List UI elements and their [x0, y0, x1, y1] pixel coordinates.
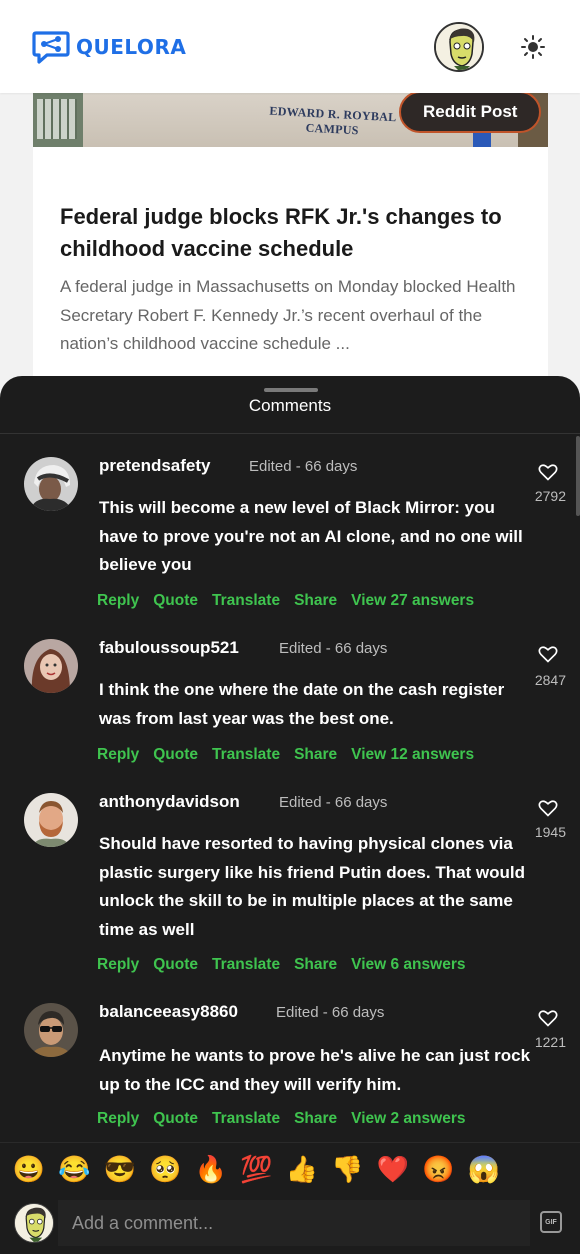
- translate-button[interactable]: Translate: [212, 592, 280, 610]
- emoji-scream[interactable]: 😱: [467, 1152, 501, 1186]
- share-button[interactable]: Share: [294, 746, 337, 764]
- heart-icon[interactable]: [536, 798, 560, 823]
- heart-icon[interactable]: [536, 644, 560, 669]
- heart-icon[interactable]: [536, 1008, 560, 1033]
- emoji-heart[interactable]: ❤️: [376, 1152, 410, 1186]
- comment-username[interactable]: fabuloussoup521: [99, 638, 239, 658]
- commenter-avatar[interactable]: [24, 793, 78, 847]
- emoji-angry[interactable]: 😡: [422, 1152, 456, 1186]
- building-sign: EDWARD R. ROYBAL CAMPUS: [269, 103, 397, 138]
- user-avatar[interactable]: [14, 1203, 54, 1243]
- emoji-reaction-bar: 😀 😂 😎 🥺 🔥 💯 👍 👎 ❤️ 😡 😱: [0, 1142, 580, 1194]
- app-header: QUELORA: [0, 0, 580, 93]
- quote-button[interactable]: Quote: [153, 1110, 198, 1128]
- comment-input[interactable]: [58, 1200, 530, 1246]
- divider: [0, 433, 580, 434]
- sheet-drag-handle[interactable]: [264, 388, 318, 392]
- comments-title: Comments: [248, 396, 332, 415]
- user-avatar[interactable]: [434, 21, 484, 72]
- comment-actions: Reply Quote Translate Share View 12 answ…: [97, 746, 474, 764]
- share-button[interactable]: Share: [294, 592, 337, 610]
- comment-text: This will become a new level of Black Mi…: [99, 498, 523, 574]
- comment-meta: Edited - 66 days: [276, 1004, 385, 1021]
- emoji-hundred[interactable]: 💯: [240, 1152, 274, 1186]
- gif-icon[interactable]: GIF: [540, 1211, 562, 1233]
- emoji-thumbs-up[interactable]: 👍: [285, 1152, 319, 1186]
- share-button[interactable]: Share: [294, 1110, 337, 1128]
- comment-text: Should have resorted to having physical …: [99, 834, 526, 939]
- article-title[interactable]: Federal judge blocks RFK Jr.'s changes t…: [60, 201, 530, 265]
- comment-username[interactable]: anthonydavidson: [99, 792, 240, 812]
- article-description: A federal judge in Massachusetts on Mond…: [60, 277, 516, 353]
- comment-username[interactable]: pretendsafety: [99, 456, 210, 476]
- comment-username[interactable]: balanceeasy8860: [99, 1002, 238, 1022]
- commenter-avatar[interactable]: [24, 457, 78, 511]
- share-bubble-icon: [32, 30, 70, 64]
- comment-meta: Edited - 66 days: [279, 640, 388, 657]
- quote-button[interactable]: Quote: [153, 592, 198, 610]
- view-answers-button[interactable]: View 2 answers: [351, 1110, 465, 1128]
- comments-sheet: Comments pretendsafety Edited - 66 days …: [0, 376, 580, 1254]
- emoji-fire[interactable]: 🔥: [194, 1152, 228, 1186]
- comment-text: I think the one where the date on the ca…: [99, 680, 505, 728]
- article-card[interactable]: EDWARD R. ROYBAL CAMPUS Reddit Post Fede…: [33, 93, 548, 413]
- comment-actions: Reply Quote Translate Share View 6 answe…: [97, 956, 465, 974]
- translate-button[interactable]: Translate: [212, 746, 280, 764]
- commenter-avatar[interactable]: [24, 1003, 78, 1057]
- view-answers-button[interactable]: View 12 answers: [351, 746, 474, 764]
- app-logo[interactable]: QUELORA: [32, 30, 186, 64]
- share-button[interactable]: Share: [294, 956, 337, 974]
- emoji-grinning[interactable]: 😀: [12, 1152, 46, 1186]
- scrollbar[interactable]: [576, 436, 580, 516]
- commenter-avatar[interactable]: [24, 639, 78, 693]
- comment-actions: Reply Quote Translate Share View 27 answ…: [97, 592, 474, 610]
- reply-button[interactable]: Reply: [97, 746, 139, 764]
- heart-icon[interactable]: [536, 462, 560, 487]
- emoji-sunglasses[interactable]: 😎: [103, 1152, 137, 1186]
- view-answers-button[interactable]: View 6 answers: [351, 956, 465, 974]
- translate-button[interactable]: Translate: [212, 956, 280, 974]
- app-name: QUELORA: [76, 34, 187, 59]
- emoji-joy[interactable]: 😂: [58, 1152, 92, 1186]
- emoji-thumbs-down[interactable]: 👎: [331, 1152, 365, 1186]
- quote-button[interactable]: Quote: [153, 746, 198, 764]
- comment-actions: Reply Quote Translate Share View 2 answe…: [97, 1110, 465, 1128]
- translate-button[interactable]: Translate: [212, 1110, 280, 1128]
- reply-button[interactable]: Reply: [97, 1110, 139, 1128]
- comment-composer: GIF: [0, 1198, 580, 1248]
- reply-button[interactable]: Reply: [97, 592, 139, 610]
- reply-button[interactable]: Reply: [97, 956, 139, 974]
- article-image: EDWARD R. ROYBAL CAMPUS Reddit Post: [33, 93, 548, 147]
- reddit-post-badge[interactable]: Reddit Post: [399, 93, 542, 133]
- comment-meta: Edited - 66 days: [249, 458, 358, 475]
- comment-meta: Edited - 66 days: [279, 794, 388, 811]
- emoji-pleading[interactable]: 🥺: [149, 1152, 183, 1186]
- sun-icon[interactable]: [520, 34, 546, 60]
- view-answers-button[interactable]: View 27 answers: [351, 592, 474, 610]
- quote-button[interactable]: Quote: [153, 956, 198, 974]
- comment-text: Anytime he wants to prove he's alive he …: [99, 1046, 531, 1094]
